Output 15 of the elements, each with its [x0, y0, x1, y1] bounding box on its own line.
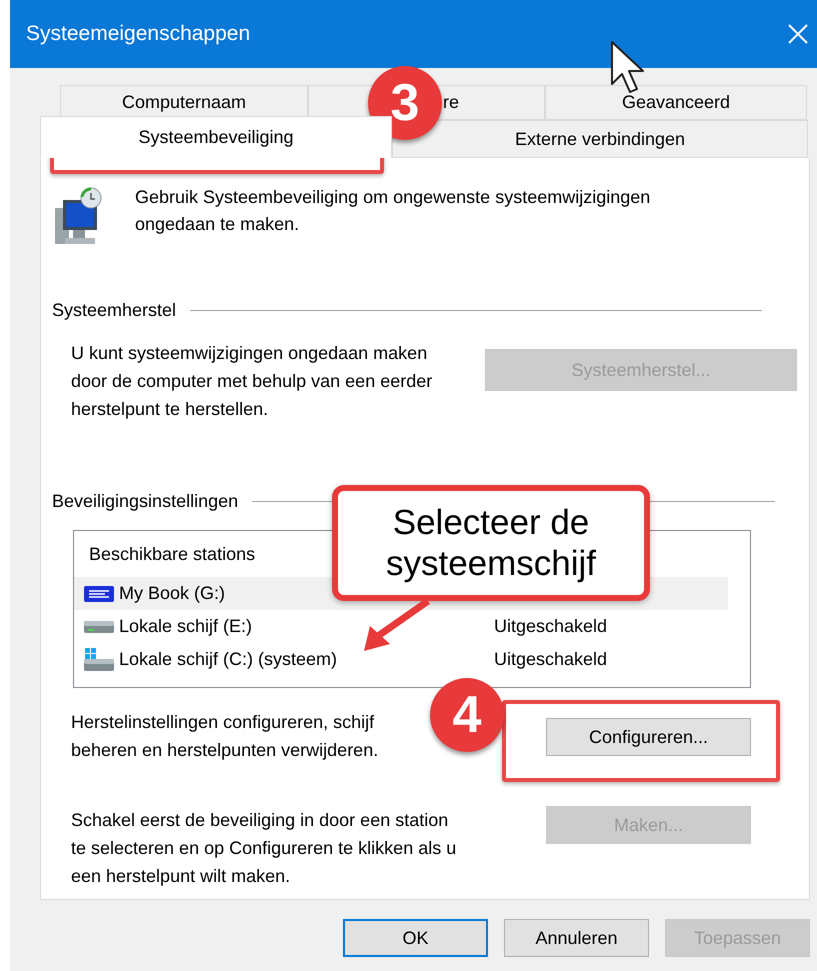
description-text: Schakel eerst de beveiliging in door een station te selecteren en op Configureren te klikken als u een herstelpunt wilt maken. — [71, 809, 458, 888]
callout-tooltip: Selecteer de systeemschijf — [332, 485, 650, 601]
description-text: Herstelinstellingen configureren, schijf — [71, 711, 374, 734]
drive-name: Lokale schijf (E:) — [119, 616, 252, 637]
window-title: Systeemeigenschappen — [26, 22, 250, 46]
drive-name: My Book (G:) — [119, 583, 226, 604]
protection-status: Uitgeschakeld — [494, 616, 608, 637]
drive-name: Lokale schijf (C:) (systeem) — [119, 649, 338, 670]
description-text: U kunt systeemwijzigingen ongedaan maken door de computer met behulp van een eerder herstelpunt te herstellen. — [71, 342, 434, 421]
group-heading: Systeemherstel — [52, 300, 176, 321]
protection-status: Uitgeschakeld — [494, 649, 608, 670]
description-text: Gebruik Systeembeveiliging om ongewenste systeemwijzigingen ongedaan te maken. — [135, 186, 652, 236]
description-text: beheren en herstelpunten verwijderen. — [71, 739, 378, 762]
group-heading: Beveiligingsinstellingen — [52, 491, 238, 512]
column-header: Beschikbare stations — [89, 543, 256, 566]
